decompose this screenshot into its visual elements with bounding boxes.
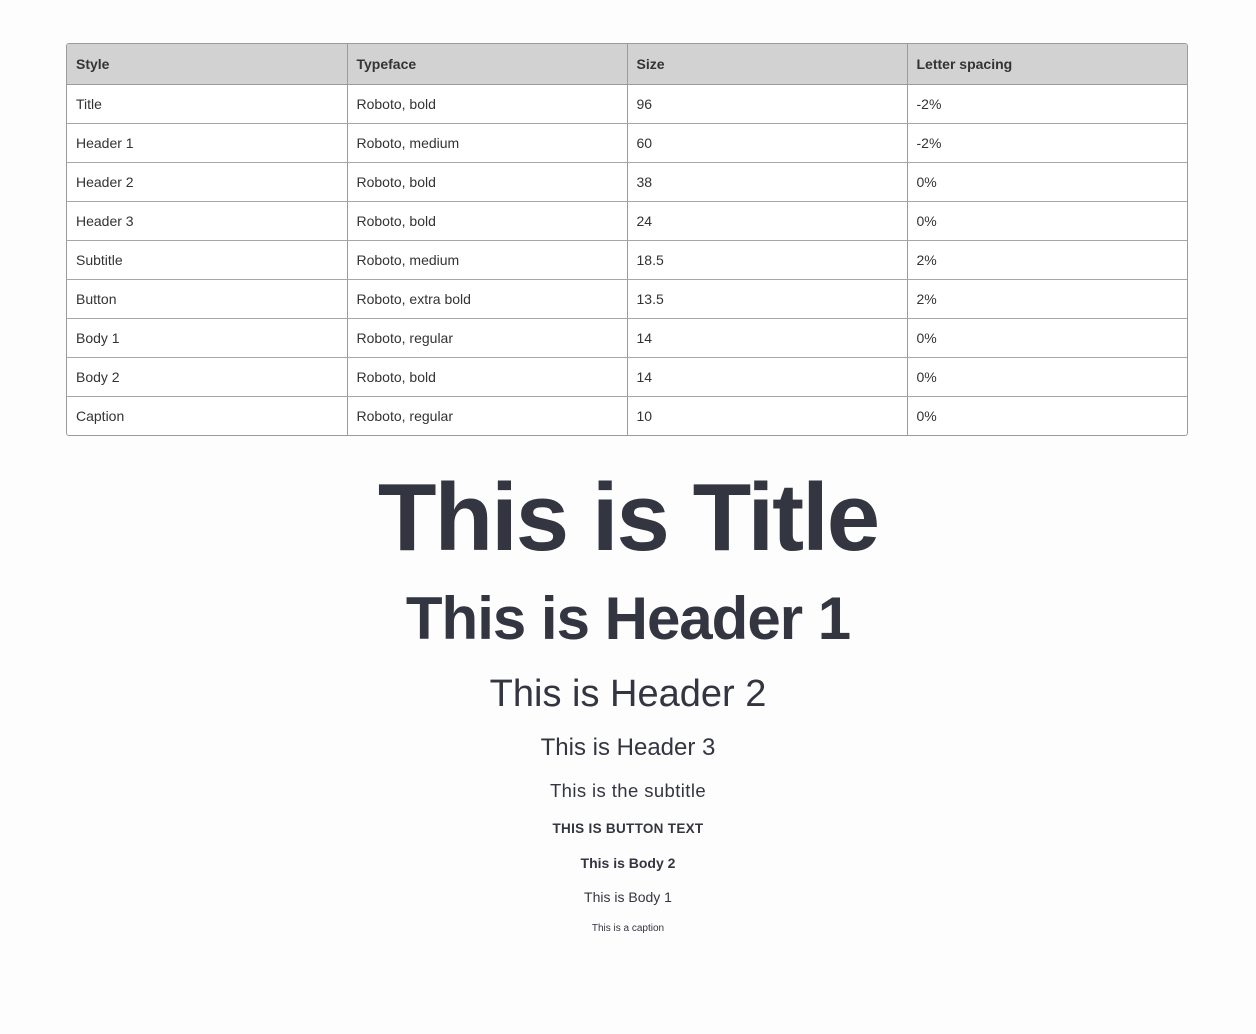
table-row: Subtitle Roboto, medium 18.5 2% xyxy=(67,240,1187,280)
cell-size: 38 xyxy=(627,162,908,202)
title-specimen: This is Title xyxy=(377,464,880,571)
table-row: Caption Roboto, regular 10 0% xyxy=(67,396,1187,435)
body2-specimen: This is Body 2 xyxy=(580,855,676,871)
cell-style: Subtitle xyxy=(67,240,348,280)
cell-size: 18.5 xyxy=(627,240,908,280)
button-text-specimen: THIS IS BUTTON TEXT xyxy=(552,821,704,836)
table-row: Body 1 Roboto, regular 14 0% xyxy=(67,318,1187,358)
cell-style: Title xyxy=(67,84,348,124)
table-row: Title Roboto, bold 96 -2% xyxy=(67,84,1187,124)
cell-style: Button xyxy=(67,279,348,319)
cell-letter-spacing: 2% xyxy=(907,240,1187,280)
cell-style: Header 2 xyxy=(67,162,348,202)
cell-style: Caption xyxy=(67,396,348,435)
cell-size: 60 xyxy=(627,123,908,163)
table-row: Header 2 Roboto, bold 38 0% xyxy=(67,162,1187,202)
cell-typeface: Roboto, regular xyxy=(347,396,628,435)
cell-style: Body 1 xyxy=(67,318,348,358)
cell-typeface: Roboto, bold xyxy=(347,84,628,124)
body1-specimen: This is Body 1 xyxy=(584,889,672,905)
cell-letter-spacing: 0% xyxy=(907,318,1187,358)
cell-letter-spacing: 2% xyxy=(907,279,1187,319)
table-row: Header 1 Roboto, medium 60 -2% xyxy=(67,123,1187,163)
cell-size: 10 xyxy=(627,396,908,435)
cell-letter-spacing: 0% xyxy=(907,201,1187,241)
cell-typeface: Roboto, medium xyxy=(347,240,628,280)
cell-size: 14 xyxy=(627,318,908,358)
header2-specimen: This is Header 2 xyxy=(489,673,767,715)
cell-size: 13.5 xyxy=(627,279,908,319)
cell-size: 96 xyxy=(627,84,908,124)
cell-typeface: Roboto, regular xyxy=(347,318,628,358)
header1-specimen: This is Header 1 xyxy=(405,585,851,652)
column-header-letter-spacing: Letter spacing xyxy=(907,44,1187,85)
cell-letter-spacing: 0% xyxy=(907,357,1187,397)
cell-typeface: Roboto, bold xyxy=(347,162,628,202)
column-header-size: Size xyxy=(627,44,908,85)
subtitle-specimen: This is the subtitle xyxy=(549,780,707,801)
header3-specimen: This is Header 3 xyxy=(540,734,716,761)
table-header-row: Style Typeface Size Letter spacing xyxy=(67,44,1187,85)
cell-size: 24 xyxy=(627,201,908,241)
cell-letter-spacing: -2% xyxy=(907,123,1187,163)
table-row: Body 2 Roboto, bold 14 0% xyxy=(67,357,1187,397)
table-row: Button Roboto, extra bold 13.5 2% xyxy=(67,279,1187,319)
cell-style: Body 2 xyxy=(67,357,348,397)
cell-size: 14 xyxy=(627,357,908,397)
caption-specimen: This is a caption xyxy=(591,923,665,934)
column-header-typeface: Typeface xyxy=(347,44,628,85)
cell-style: Header 1 xyxy=(67,123,348,163)
cell-typeface: Roboto, extra bold xyxy=(347,279,628,319)
cell-letter-spacing: -2% xyxy=(907,84,1187,124)
typography-table: Style Typeface Size Letter spacing Title… xyxy=(66,43,1188,436)
cell-typeface: Roboto, bold xyxy=(347,357,628,397)
cell-typeface: Roboto, bold xyxy=(347,201,628,241)
cell-letter-spacing: 0% xyxy=(916,407,937,424)
column-header-style: Style xyxy=(67,44,348,85)
cell-letter-spacing: 0% xyxy=(907,162,1187,202)
table-row: Header 3 Roboto, bold 24 0% xyxy=(67,201,1187,241)
cell-style: Header 3 xyxy=(67,201,348,241)
typography-spec-table: Style Typeface Size Letter spacing Title… xyxy=(67,44,1187,435)
cell-typeface: Roboto, medium xyxy=(347,123,628,163)
